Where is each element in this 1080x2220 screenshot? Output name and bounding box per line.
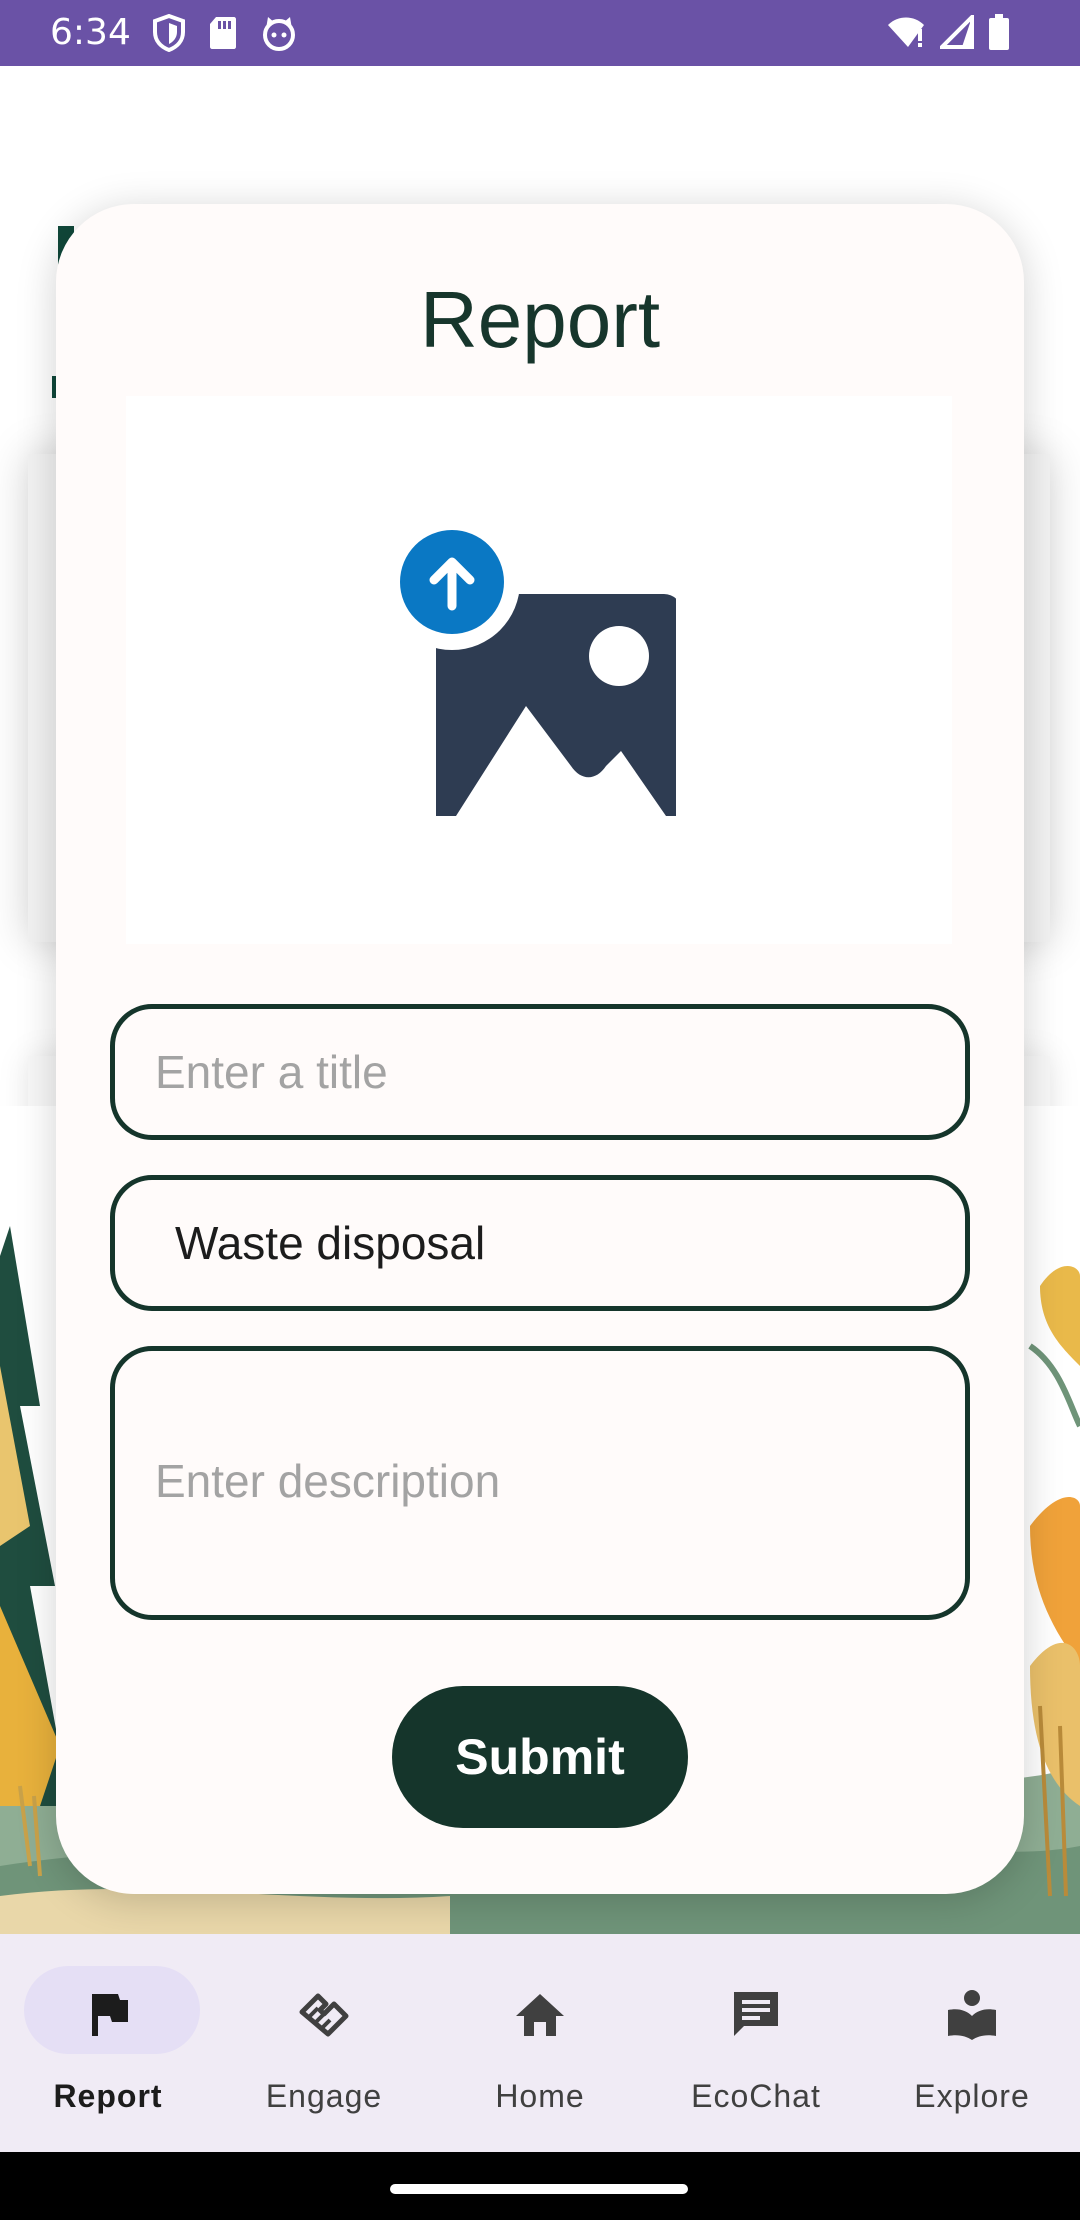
gesture-navigation-area — [0, 2152, 1080, 2220]
gesture-handle[interactable] — [390, 2184, 688, 2194]
wifi-alert-icon — [888, 17, 924, 47]
description-field[interactable] — [110, 1346, 970, 1620]
nav-item-home[interactable]: Home — [432, 1934, 648, 2152]
nav-label-ecochat: EcoChat — [691, 2078, 821, 2114]
chat-icon — [734, 1992, 778, 2036]
home-icon — [516, 1994, 564, 2036]
description-input[interactable] — [155, 1453, 925, 1513]
title-input[interactable] — [155, 1045, 925, 1099]
battery-icon — [989, 14, 1009, 50]
signal-icon — [940, 15, 974, 49]
image-upload-icon[interactable] — [396, 526, 676, 816]
flag-icon — [92, 1994, 128, 2036]
dialog-title: Report — [419, 275, 661, 364]
nav-label-explore: Explore — [914, 2078, 1030, 2114]
book-reader-icon — [948, 1990, 996, 2040]
category-field[interactable]: Waste disposal — [110, 1175, 970, 1311]
category-value: Waste disposal — [175, 1217, 486, 1269]
nav-item-explore[interactable]: Explore — [864, 1934, 1080, 2152]
status-icons-right — [886, 14, 1010, 50]
nav-label-engage: Engage — [265, 2078, 383, 2114]
bottom-navigation: Report Engage Home EcoChat Explore — [0, 1934, 1080, 2152]
nav-label-home: Home — [495, 2078, 585, 2114]
submit-button[interactable]: Submit — [392, 1686, 688, 1828]
shield-icon — [153, 14, 185, 52]
image-upload-area[interactable] — [126, 396, 952, 944]
nav-label-report: Report — [53, 2078, 163, 2114]
status-bar: 6:34 — [0, 0, 1080, 66]
cat-face-icon — [263, 17, 295, 51]
status-time: 6:34 — [50, 12, 131, 53]
nav-item-engage[interactable]: Engage — [216, 1934, 432, 2152]
nav-item-ecochat[interactable]: EcoChat — [648, 1934, 864, 2152]
sd-card-icon — [210, 17, 236, 49]
report-dialog: Report Waste disposal Submit — [56, 204, 1024, 1894]
status-icons-left — [152, 14, 298, 52]
title-field[interactable] — [110, 1004, 970, 1140]
nav-item-report[interactable]: Report — [0, 1934, 216, 2152]
handshake-icon — [299, 1993, 349, 2037]
